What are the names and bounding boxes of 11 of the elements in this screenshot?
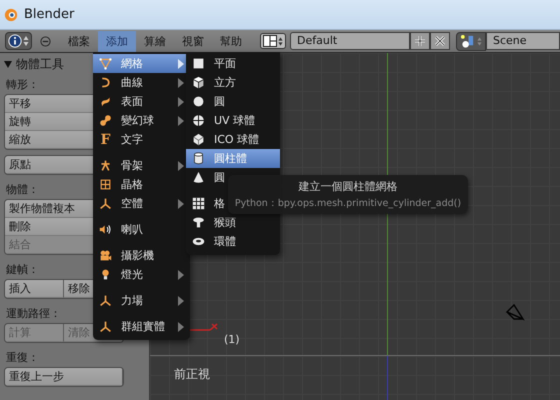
section-label: 轉形： bbox=[5, 77, 39, 93]
frame-number: (1) bbox=[224, 333, 240, 346]
section-label: 物體： bbox=[5, 182, 39, 198]
view-name: 前正視 bbox=[174, 366, 210, 383]
tooltip-python: Python：bpy.ops.mesh.primitive_cylinder_add() bbox=[234, 197, 462, 210]
panel-title: 物體工具 bbox=[16, 56, 64, 72]
window-title: Blender bbox=[24, 7, 74, 22]
section-label: 運動路徑： bbox=[5, 306, 61, 322]
section-label: 鍵幀： bbox=[5, 262, 39, 278]
tooltip-title: 建立一個圓柱體網格 bbox=[298, 179, 398, 194]
section-label: 重復： bbox=[5, 350, 39, 366]
